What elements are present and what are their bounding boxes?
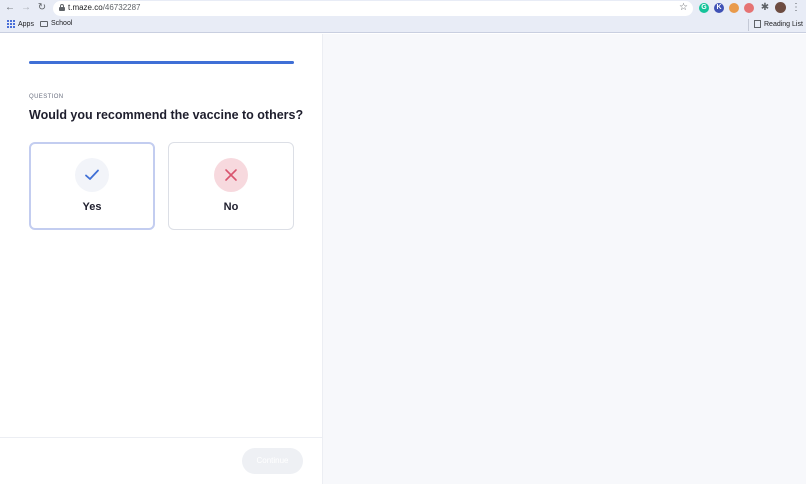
folder-icon xyxy=(40,20,48,27)
option-yes[interactable]: Yes xyxy=(29,142,155,230)
cross-icon xyxy=(225,169,237,181)
preview-panel xyxy=(322,34,806,484)
bookmarks-bar: Apps School Reading List xyxy=(0,18,806,32)
extension-badge-icon[interactable] xyxy=(744,3,754,13)
checkmark-icon xyxy=(85,169,99,180)
reading-list[interactable]: Reading List xyxy=(754,20,803,28)
question-label: QUESTION xyxy=(29,94,64,100)
option-yes-circle xyxy=(75,158,109,192)
option-no[interactable]: No xyxy=(168,142,294,230)
back-arrow-icon[interactable]: ← xyxy=(4,2,16,14)
continue-button[interactable]: Continue xyxy=(242,448,303,474)
question-panel: QUESTION Would you recommend the vaccine… xyxy=(0,34,322,484)
option-yes-label: Yes xyxy=(82,201,102,213)
browser-toolbar: ← → ↻ t.maze.co/46732287 ☆ G K ✱ ⋮ xyxy=(0,0,806,17)
bookmark-apps[interactable]: Apps xyxy=(7,20,34,28)
forward-arrow-icon[interactable]: → xyxy=(20,2,32,14)
browser-chrome: ← → ↻ t.maze.co/46732287 ☆ G K ✱ ⋮ Apps … xyxy=(0,0,806,33)
kebab-menu-icon[interactable]: ⋮ xyxy=(790,2,802,14)
bookmark-apps-label: Apps xyxy=(18,20,34,28)
option-no-circle xyxy=(214,158,248,192)
bookmark-star-icon[interactable]: ☆ xyxy=(679,2,688,13)
bookmark-school-label: School xyxy=(51,20,73,27)
progress-fill xyxy=(29,61,294,64)
reload-icon[interactable]: ↻ xyxy=(36,2,48,14)
footer-divider xyxy=(0,437,322,438)
reading-list-icon xyxy=(754,20,761,28)
progress-bar xyxy=(29,61,294,64)
extension-orange-icon[interactable] xyxy=(729,3,739,13)
lock-icon xyxy=(59,4,65,11)
reading-list-label: Reading List xyxy=(764,20,803,28)
avatar[interactable] xyxy=(775,2,786,13)
puzzle-extensions-icon[interactable]: ✱ xyxy=(759,2,771,14)
grammarly-icon[interactable]: G xyxy=(699,3,709,13)
apps-grid-icon xyxy=(7,20,15,28)
bookmark-school[interactable]: School xyxy=(40,20,72,27)
extension-blue-icon[interactable]: K xyxy=(714,3,724,13)
question-title: Would you recommend the vaccine to other… xyxy=(29,108,304,122)
option-no-label: No xyxy=(223,201,239,213)
url-text: t.maze.co/46732287 xyxy=(68,3,141,12)
bookmarks-divider xyxy=(748,19,749,31)
address-bar[interactable]: t.maze.co/46732287 ☆ xyxy=(53,1,693,16)
